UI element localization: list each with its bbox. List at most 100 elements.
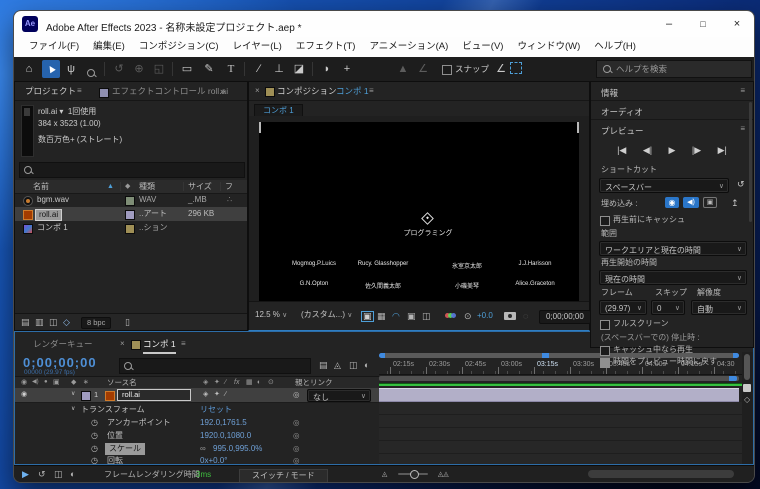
col-size[interactable]: サイズ [188, 183, 212, 191]
work-area-end-handle[interactable] [729, 376, 737, 381]
preview-resolution-dropdown[interactable]: 自動 ∨ [691, 300, 747, 315]
bit-depth-button[interactable]: 8 bpc [81, 317, 112, 329]
sort-ascending-icon[interactable]: ▲ [107, 183, 114, 190]
tab-effect-controls[interactable]: エフェクトコントロール roll.ai [112, 87, 228, 96]
anchor-pickwhip-icon[interactable]: ◎ [293, 419, 300, 427]
frame-rate-dropdown[interactable]: (29.97) ∨ [599, 300, 647, 315]
region-of-interest-icon[interactable]: ▣ [407, 312, 416, 321]
composition-canvas[interactable]: プログラミング Mogmog.P.Luics Rucy. Glasshopper… [259, 122, 579, 302]
zoom-in-mountains-icon[interactable]: ◬◬ [438, 471, 449, 478]
menu-effect[interactable]: エフェクト(T) [289, 37, 363, 57]
guides-icon[interactable]: ◫ [422, 312, 431, 321]
property-row-anchor[interactable]: ◷ アンカーポイント 192.0,1761.5 ◎ [15, 417, 379, 430]
rotation-pickwhip-icon[interactable]: ◎ [293, 457, 300, 465]
show-snapshot-icon[interactable]: ◌ [523, 312, 528, 321]
layer-fx-switch[interactable]: ∕ [225, 391, 226, 398]
first-frame-button[interactable]: |◀ [617, 145, 626, 155]
transform-group-row[interactable]: ∨ トランスフォーム リセット [15, 404, 379, 417]
project-tab-overflow-icon[interactable]: » [220, 87, 225, 96]
title-bar[interactable]: Ae Adobe After Effects 2023 - 名称未設定プロジェク… [14, 11, 754, 37]
layer-visibility-icon[interactable]: ◉ [21, 391, 27, 398]
anchor-stopwatch-icon[interactable]: ◷ [91, 419, 98, 427]
rotation-label[interactable]: 回転 [107, 457, 123, 465]
type-tool-icon[interactable]: T [222, 60, 240, 78]
rotation-value[interactable]: 0x+0.0° [200, 457, 227, 465]
comp-panel-menu-icon[interactable]: ≡ [369, 87, 374, 95]
layer-handle-left[interactable] [259, 122, 261, 133]
menu-layer[interactable]: レイヤー(L) [226, 37, 289, 57]
roto-brush-tool-icon[interactable]: ◗ [318, 60, 336, 78]
menu-animation[interactable]: アニメーション(A) [362, 37, 455, 57]
position-value[interactable]: 1920.0,1080.0 [200, 432, 251, 440]
work-area-options-icon[interactable] [743, 384, 751, 392]
navigator-end-handle[interactable] [733, 353, 739, 358]
trash-icon[interactable]: ▯ [125, 318, 130, 327]
tracks-vertical-scrollbar[interactable] [744, 354, 750, 380]
timeline-tab-close-icon[interactable]: × [120, 340, 125, 348]
snap-to-edges-icon[interactable] [510, 62, 522, 74]
include-overlays-icon[interactable]: ▣ [703, 197, 717, 208]
snap-angle-icon[interactable]: ∠ [492, 60, 510, 78]
menu-window[interactable]: ウィンドウ(W) [510, 37, 587, 57]
col-kind[interactable]: 種類 [139, 183, 155, 191]
scale-value[interactable]: 995.0,995.0% [213, 445, 262, 453]
anchor-point-label[interactable]: アンカーポイント [107, 419, 171, 427]
menu-help[interactable]: ヘルプ(H) [587, 37, 643, 57]
zoom-out-mountain-icon[interactable]: ◬ [382, 471, 387, 478]
rotate-tool-icon[interactable]: ↺ [110, 60, 128, 78]
tab-render-queue[interactable]: レンダーキュー [33, 340, 93, 349]
col-name[interactable]: 名前 [33, 183, 49, 191]
timeline-search-field[interactable] [119, 358, 311, 374]
selection-tool-icon[interactable]: ▲ [42, 60, 60, 78]
fullscreen-checkbox[interactable] [600, 320, 610, 330]
close-button[interactable]: × [720, 11, 754, 37]
motion-blur-toggle-icon[interactable]: ◐ [70, 470, 75, 479]
menu-file[interactable]: ファイル(F) [22, 37, 86, 57]
composition-mini-flowchart-icon[interactable]: ▤ [319, 361, 328, 370]
property-row-position[interactable]: ◷ 位置 1920.0,1080.0 ◎ [15, 430, 379, 443]
help-search-field[interactable]: ヘルプを検索 [596, 60, 752, 78]
navigator-start-handle[interactable] [379, 353, 385, 358]
property-row-scale[interactable]: ◷ スケール ∞ 995.0,995.0% ◎ [15, 443, 379, 456]
row-label-swatch[interactable] [125, 196, 135, 206]
play-cached-checkbox[interactable] [600, 346, 610, 356]
table-row-selected[interactable]: roll.ai ..アート 296 KB [15, 207, 247, 221]
layer-duration-bar[interactable] [379, 388, 739, 402]
current-timecode[interactable]: 0;00;00;00 [23, 356, 97, 369]
scale-stopwatch-icon[interactable]: ◷ [91, 445, 98, 453]
comp-tab-close-icon[interactable]: × [255, 87, 260, 95]
draft-mode-icon[interactable]: ↺ [38, 470, 46, 479]
col-tag-icon[interactable]: ◆ [125, 183, 130, 190]
show-channel-icon[interactable] [445, 312, 457, 320]
menu-view[interactable]: ビュー(V) [455, 37, 510, 57]
table-row[interactable]: コンポ 1 ..ション [15, 221, 247, 235]
tab-project[interactable]: プロジェクト [25, 87, 76, 96]
project-search-field[interactable] [19, 162, 245, 178]
view-options-icon[interactable]: ▣ [361, 311, 374, 322]
hand-tool-icon[interactable]: ψ [62, 60, 80, 78]
menu-edit[interactable]: 編集(E) [86, 37, 132, 57]
layer-name[interactable]: roll.ai [117, 389, 191, 401]
tab-timeline-comp[interactable]: コンポ 1 [143, 340, 176, 354]
snapshot-camera-icon[interactable] [504, 312, 516, 320]
timeline-horizontal-scrollbar[interactable] [588, 470, 734, 478]
motion-blur-icon[interactable]: ◐ [364, 361, 369, 370]
shortcut-dropdown[interactable]: スペースバー ∨ [599, 178, 729, 193]
zoom-tool-icon[interactable] [82, 60, 100, 78]
tab-composition-label[interactable]: コンポジション [277, 87, 337, 96]
zoom-level-dropdown[interactable]: 12.5 % ∨ [255, 311, 287, 320]
auto-orient-hand-icon[interactable]: ◇ [744, 396, 750, 404]
viewer-area[interactable]: プログラミング Mogmog.P.Luics Rucy. Glasshopper… [249, 116, 589, 302]
tab-composition-name[interactable]: コンポ 1 [336, 87, 369, 96]
pen-tool-icon[interactable]: ✎ [200, 60, 218, 78]
camera-orbit-tool-icon[interactable]: ⊕ [130, 60, 148, 78]
export-icon[interactable]: ↥ [731, 199, 739, 208]
viewer-timecode[interactable]: 0;00;00;00 [539, 310, 591, 324]
puppet-pin-tool-icon[interactable]: + [338, 60, 356, 78]
live-update-icon[interactable]: ▶ [22, 470, 29, 479]
exposure-icon[interactable]: ⊙ [464, 312, 472, 321]
minimize-button[interactable]: – [652, 11, 686, 37]
scale-link-icon[interactable]: ∞ [200, 445, 206, 453]
project-panel-menu-icon[interactable]: ≡ [77, 87, 82, 95]
maximize-button[interactable]: □ [686, 11, 720, 37]
